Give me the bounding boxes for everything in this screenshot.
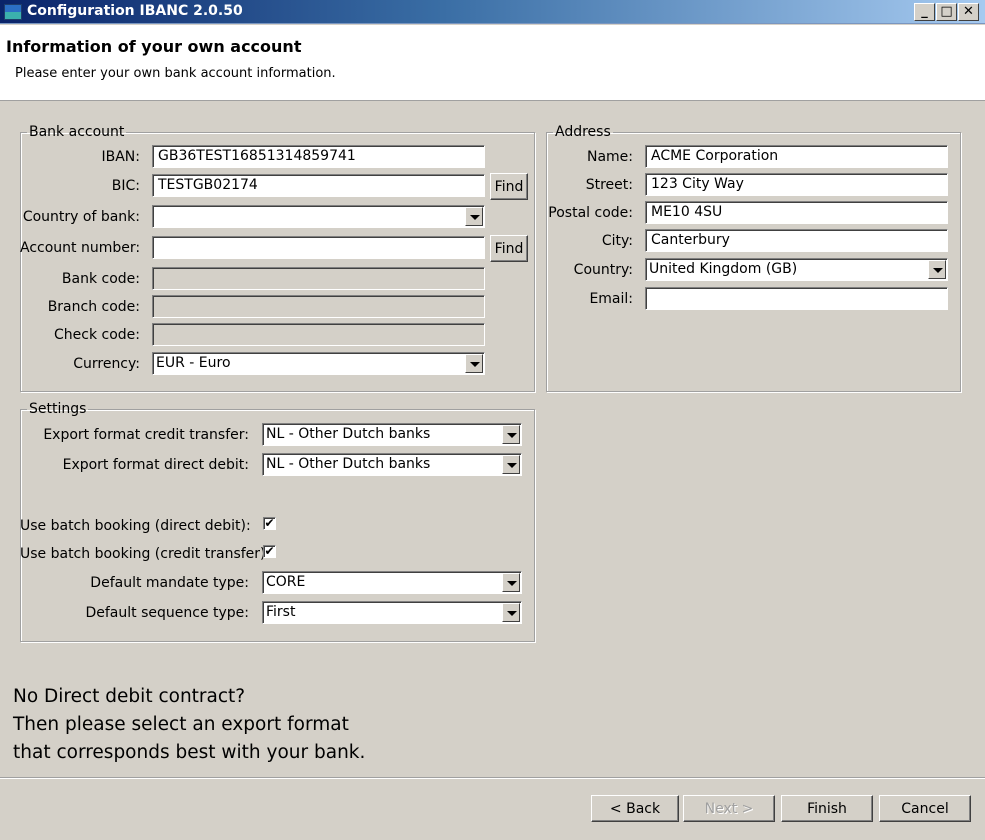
cancel-button[interactable]: Cancel [879, 795, 971, 822]
street-input[interactable]: 123 City Way [645, 173, 948, 196]
chevron-down-icon[interactable] [502, 573, 520, 592]
export-debit-label: Export format direct debit: [62, 457, 249, 473]
sequence-type-value: First [266, 604, 296, 620]
chevron-down-icon[interactable] [502, 425, 520, 444]
wizard-header: Information of your own account Please e… [0, 25, 985, 101]
country-select[interactable]: United Kingdom (GB) [645, 258, 948, 281]
batch-debit-checkbox[interactable]: ✔ [263, 517, 276, 530]
bank-account-legend: Bank account [29, 124, 125, 140]
export-debit-select[interactable]: NL - Other Dutch banks [262, 453, 522, 476]
finish-button[interactable]: Finish [781, 795, 873, 822]
window-title: Configuration IBANC 2.0.50 [27, 3, 243, 19]
address-legend: Address [555, 124, 611, 140]
settings-legend: Settings [29, 401, 87, 417]
chevron-down-icon[interactable] [465, 354, 483, 373]
check-code-input [152, 323, 485, 346]
currency-select[interactable]: EUR - Euro [152, 352, 485, 375]
currency-value: EUR - Euro [156, 355, 231, 371]
postal-code-input[interactable]: ME10 4SU [645, 201, 948, 224]
next-button[interactable]: Next > [683, 795, 775, 822]
find-bic-button[interactable]: Find [490, 173, 528, 200]
minimize-button[interactable]: _ [914, 3, 935, 21]
batch-credit-label: Use batch booking (credit transfer): [20, 546, 271, 562]
email-input[interactable] [645, 287, 948, 310]
mandate-type-label: Default mandate type: [90, 575, 249, 591]
note-line-2: Then please select an export format [13, 714, 349, 735]
name-input[interactable]: ACME Corporation [645, 145, 948, 168]
city-input[interactable]: Canterbury [645, 229, 948, 252]
note-line-3: that corresponds best with your bank. [13, 742, 366, 763]
chevron-down-icon[interactable] [465, 207, 483, 226]
close-button[interactable]: ✕ [958, 3, 979, 21]
sequence-type-select[interactable]: First [262, 601, 522, 624]
postal-code-label: Postal code: [548, 205, 633, 221]
chevron-down-icon[interactable] [502, 455, 520, 474]
batch-credit-checkbox[interactable]: ✔ [263, 545, 276, 558]
country-of-bank-label: Country of bank: [22, 209, 140, 225]
city-label: City: [601, 233, 633, 249]
bank-code-input [152, 267, 485, 290]
find-account-button[interactable]: Find [490, 235, 528, 262]
country-label: Country: [573, 262, 633, 278]
bic-input[interactable]: TESTGB02174 [152, 174, 485, 197]
export-credit-value: NL - Other Dutch banks [266, 426, 431, 442]
chevron-down-icon[interactable] [928, 260, 946, 279]
account-number-label: Account number: [20, 240, 141, 256]
page-subtitle: Please enter your own bank account infor… [15, 66, 336, 81]
title-bar: Configuration IBANC 2.0.50 _ □ ✕ [0, 0, 985, 24]
export-credit-label: Export format credit transfer: [43, 427, 249, 443]
email-label: Email: [589, 291, 633, 307]
direct-debit-note: No Direct debit contract? Then please se… [13, 683, 365, 767]
note-line-1: No Direct debit contract? [13, 686, 246, 707]
bic-label: BIC: [111, 178, 140, 194]
back-button[interactable]: < Back [591, 795, 679, 822]
country-value: United Kingdom (GB) [649, 261, 798, 277]
bank-code-label: Bank code: [61, 271, 140, 287]
batch-debit-label: Use batch booking (direct debit): [20, 518, 251, 534]
mandate-type-value: CORE [266, 574, 306, 590]
chevron-down-icon[interactable] [502, 603, 520, 622]
footer-separator [0, 777, 985, 779]
mandate-type-select[interactable]: CORE [262, 571, 522, 594]
country-of-bank-select[interactable] [152, 205, 485, 228]
name-label: Name: [586, 149, 633, 165]
iban-input[interactable]: GB36TEST16851314859741 [152, 145, 485, 168]
branch-code-label: Branch code: [47, 299, 140, 315]
page-title: Information of your own account [6, 37, 302, 56]
app-icon [4, 4, 22, 20]
account-number-input[interactable] [152, 236, 485, 259]
street-label: Street: [585, 177, 633, 193]
maximize-button[interactable]: □ [936, 3, 957, 21]
currency-label: Currency: [73, 356, 140, 372]
sequence-type-label: Default sequence type: [85, 605, 249, 621]
branch-code-input [152, 295, 485, 318]
export-debit-value: NL - Other Dutch banks [266, 456, 431, 472]
iban-label: IBAN: [101, 149, 141, 165]
check-code-label: Check code: [54, 327, 140, 343]
export-credit-select[interactable]: NL - Other Dutch banks [262, 423, 522, 446]
